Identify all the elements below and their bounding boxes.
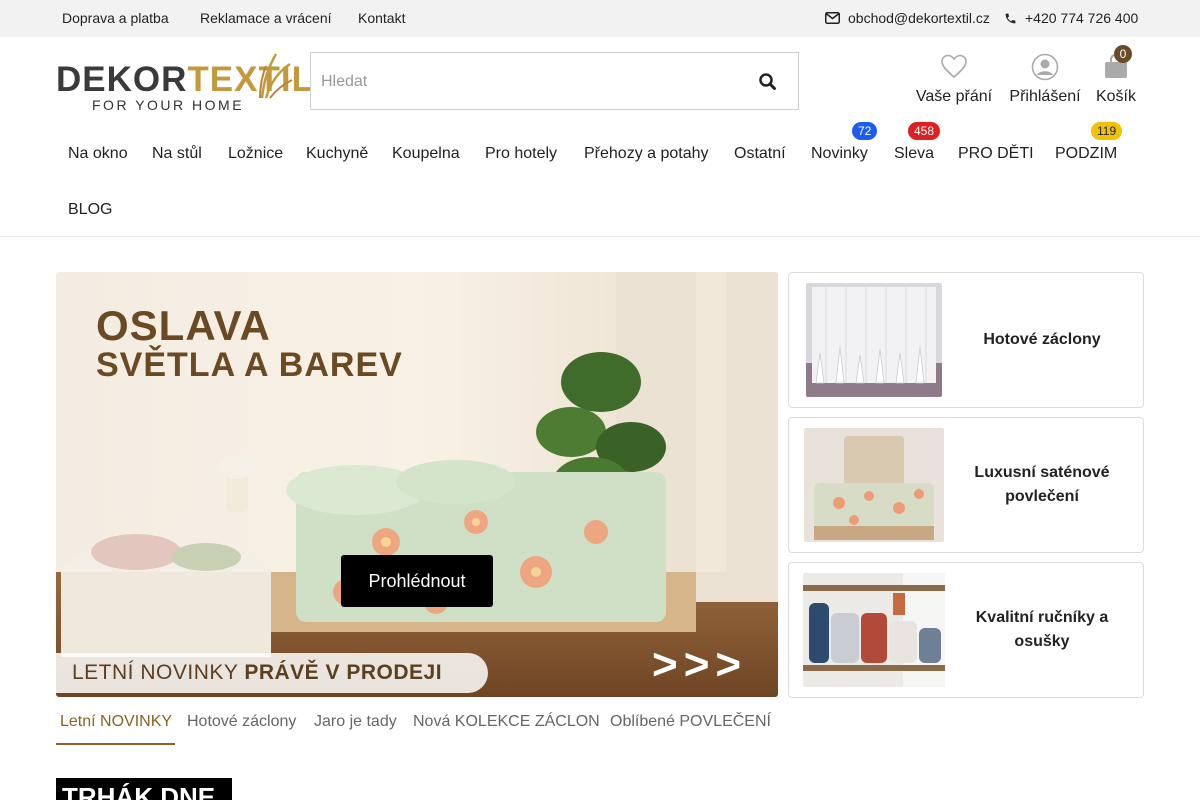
tab-nova-kolekce-zaclon[interactable]: Nová KOLEKCE ZÁCLON <box>413 713 600 731</box>
nav-item-blog[interactable]: BLOG <box>68 201 112 219</box>
promo-card-towels[interactable]: Kvalitní ručníky a osušky <box>788 562 1144 698</box>
logo-tagline: FOR YOUR HOME <box>92 97 245 113</box>
satin-bedding-card-title: Luxusní saténové povlečení <box>974 464 1110 505</box>
email-contact[interactable]: obchod@dekortextil.cz <box>825 10 990 26</box>
main-navigation: Na okno Na stůl Ložnice Kuchyně Koupelna… <box>0 122 1200 237</box>
login-button[interactable]: Přihlášení <box>1006 52 1084 106</box>
nav-item-pro-hotely[interactable]: Pro hotely <box>485 145 557 163</box>
cart-count-badge: 0 <box>1114 45 1132 63</box>
promo-card-satin-bedding[interactable]: Luxusní saténové povlečení <box>788 417 1144 553</box>
grass-logo-icon <box>259 53 293 99</box>
sleva-count-badge: 458 <box>908 122 941 140</box>
search-icon[interactable] <box>758 72 778 92</box>
nav-item-pro-deti[interactable]: PRO DĚTI <box>958 145 1034 163</box>
hero-arrows: >>> <box>652 640 748 689</box>
logo-part2: TEXTIL <box>187 60 314 99</box>
hero-cta-button[interactable]: Prohlédnout <box>341 555 493 607</box>
phone-text: +420 774 726 400 <box>1025 10 1139 26</box>
tab-hotove-zaclony[interactable]: Hotové záclony <box>187 713 296 731</box>
nav-item-podzim[interactable]: PODZIM <box>1055 145 1117 163</box>
cart-label: Košík <box>1095 88 1136 105</box>
logo-part1: DEKOR <box>56 60 188 99</box>
nav-item-na-okno[interactable]: Na okno <box>68 145 128 163</box>
nav-item-koupelna[interactable]: Koupelna <box>392 145 460 163</box>
envelope-icon <box>825 12 840 24</box>
search-box <box>310 52 799 110</box>
returns-link[interactable]: Reklamace a vrácení <box>200 10 332 26</box>
curtains-card-title: Hotové záclony <box>983 331 1101 348</box>
wishlist-button[interactable]: Vaše přání <box>914 52 994 106</box>
site-logo[interactable]: DEKORTEXTIL FOR YOUR HOME <box>56 50 313 114</box>
nav-item-prehozy[interactable]: Přehozy a potahy <box>584 145 709 163</box>
email-text: obchod@dekortextil.cz <box>848 10 990 26</box>
nav-item-sleva[interactable]: Sleva <box>894 145 934 163</box>
curtains-thumbnail <box>806 283 942 397</box>
nav-item-na-stul[interactable]: Na stůl <box>152 145 202 163</box>
phone-contact[interactable]: +420 774 726 400 <box>1004 10 1138 26</box>
promo-card-curtains[interactable]: Hotové záclony <box>788 272 1144 408</box>
active-tab-indicator <box>56 743 175 745</box>
podzim-count-badge: 119 <box>1091 122 1123 140</box>
section-heading-trhak-dne: TRHÁK DNE <box>56 778 232 800</box>
nav-item-loznice[interactable]: Ložnice <box>228 145 283 163</box>
hero-promo-strip: LETNÍ NOVINKY PRÁVĚ V PRODEJI <box>56 653 488 693</box>
login-label: Přihlášení <box>1009 88 1081 105</box>
hero-title-line1: OSLAVA <box>96 302 271 349</box>
hero-strip-normal: LETNÍ NOVINKY <box>72 661 245 684</box>
tab-oblibene-povleceni[interactable]: Oblíbené POVLEČENÍ <box>610 713 771 731</box>
banner-tabs: Letní NOVINKY Hotové záclony Jaro je tad… <box>56 705 796 747</box>
user-icon <box>1031 53 1059 81</box>
shipping-payment-link[interactable]: Doprava a platba <box>62 10 169 26</box>
heart-icon <box>941 54 967 79</box>
towels-thumbnail <box>803 573 945 687</box>
nav-item-ostatni[interactable]: Ostatní <box>734 145 786 163</box>
hero-banner[interactable]: OSLAVA SVĚTLA A BAREV Prohlédnout LETNÍ … <box>56 272 778 697</box>
hero-strip-bold: PRÁVĚ V PRODEJI <box>244 661 443 684</box>
tab-jaro-je-tady[interactable]: Jaro je tady <box>314 713 397 731</box>
nav-item-novinky[interactable]: Novinky <box>811 145 868 163</box>
phone-icon <box>1005 13 1016 23</box>
contact-link[interactable]: Kontakt <box>358 10 405 26</box>
top-bar: Doprava a platba Reklamace a vrácení Kon… <box>0 0 1200 37</box>
bedding-thumbnail <box>804 428 944 542</box>
hero-title-line2: SVĚTLA A BAREV <box>96 346 403 384</box>
wishlist-label: Vaše přání <box>915 88 993 105</box>
nav-item-kuchyne[interactable]: Kuchyně <box>306 145 368 163</box>
towels-card-title: Kvalitní ručníky a osušky <box>975 609 1109 650</box>
novinky-count-badge: 72 <box>852 122 878 140</box>
search-input[interactable] <box>321 70 721 94</box>
tab-letni-novinky[interactable]: Letní NOVINKY <box>60 713 172 731</box>
